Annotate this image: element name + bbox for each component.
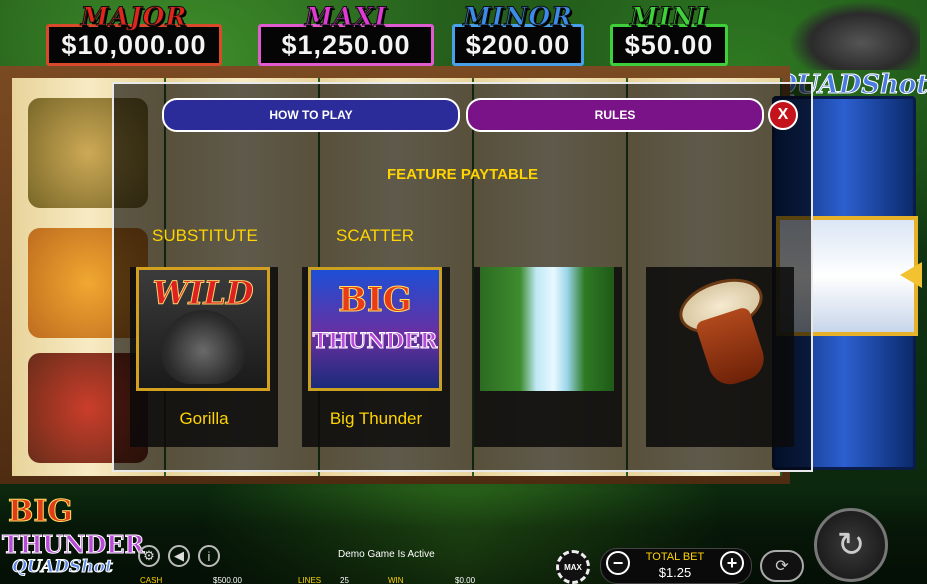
big-thunder-scatter-icon: BIG THUNDER — [308, 267, 442, 391]
arrow-left-icon — [900, 262, 922, 288]
drum-body-icon — [694, 306, 770, 390]
gorilla-face-icon — [161, 310, 245, 384]
scatter-label: SCATTER — [336, 226, 415, 245]
jackpot-major-title: MAJOR — [80, 2, 188, 32]
jackpot-minor-title: MINOR — [463, 2, 573, 32]
thunder-text: THUNDER — [312, 328, 438, 354]
jackpot-maxi-title: MAXI — [304, 2, 388, 32]
paytable-overlay: HOW TO PLAY RULES X FEATURE PAYTABLE SUB… — [112, 82, 813, 472]
game-background: $10,000.00 MAJOR $1,250.00 MAXI $200.00 … — [0, 0, 927, 584]
autoplay-button[interactable]: ⟳ — [760, 550, 804, 582]
cash-value: $500.00 — [213, 576, 242, 584]
symbol-name: Big Thunder — [329, 409, 423, 428]
spin-button[interactable]: ↻ — [814, 508, 888, 582]
gear-icon[interactable]: ⚙ — [138, 545, 160, 567]
symbol-card-drum — [646, 267, 794, 447]
wild-text: WILD — [152, 274, 254, 313]
waterfall-icon — [480, 267, 614, 391]
jackpot-mini: $50.00 MINI — [610, 2, 728, 66]
big-text: BIG — [338, 280, 413, 321]
gorilla-mascot-icon — [790, 2, 920, 70]
symbol-card-big-thunder: BIG THUNDER Big Thunder — [302, 267, 450, 447]
symbol-card-waterfall — [474, 267, 622, 447]
logo-thunder: THUNDER — [1, 530, 145, 560]
jackpot-mini-title: MINI — [630, 2, 708, 32]
total-bet-value: $1.25 — [658, 565, 692, 580]
symbol-name: Gorilla — [179, 409, 229, 428]
jackpot-maxi: $1,250.00 MAXI — [258, 2, 434, 66]
increase-bet-button[interactable]: + — [720, 551, 744, 575]
close-button[interactable]: X — [768, 100, 798, 130]
demo-status: Demo Game Is Active — [338, 549, 435, 560]
jackpot-major: $10,000.00 MAJOR — [46, 2, 222, 66]
autoplay-icon: ⟳ — [775, 558, 789, 575]
win-value: $0.00 — [455, 576, 476, 584]
logo-quadshot: QUADShot — [12, 557, 114, 578]
logo-big: BIG — [7, 494, 74, 529]
lines-label: LINES — [298, 576, 322, 584]
max-bet-button[interactable]: MAX — [556, 550, 590, 584]
tab-rules[interactable]: RULES — [466, 98, 764, 132]
decrease-bet-button[interactable]: − — [606, 551, 630, 575]
jackpot-minor: $200.00 MINOR — [452, 2, 584, 66]
spin-icon: ↻ — [836, 526, 866, 564]
win-label: WIN — [388, 576, 404, 584]
cash-label: CASH — [140, 576, 163, 584]
drum-icon — [652, 267, 786, 391]
tab-how-to-play[interactable]: HOW TO PLAY — [162, 98, 460, 132]
gorilla-wild-icon: WILD — [136, 267, 270, 391]
speaker-icon[interactable]: ◀ — [168, 545, 190, 567]
symbol-card-gorilla: WILD Gorilla — [130, 267, 278, 447]
paytable-heading: FEATURE PAYTABLE — [386, 166, 539, 183]
total-bet-label: TOTAL BET — [645, 551, 705, 563]
substitute-label: SUBSTITUTE — [152, 226, 258, 245]
lines-value: 25 — [340, 576, 349, 584]
info-icon[interactable]: i — [198, 545, 220, 567]
